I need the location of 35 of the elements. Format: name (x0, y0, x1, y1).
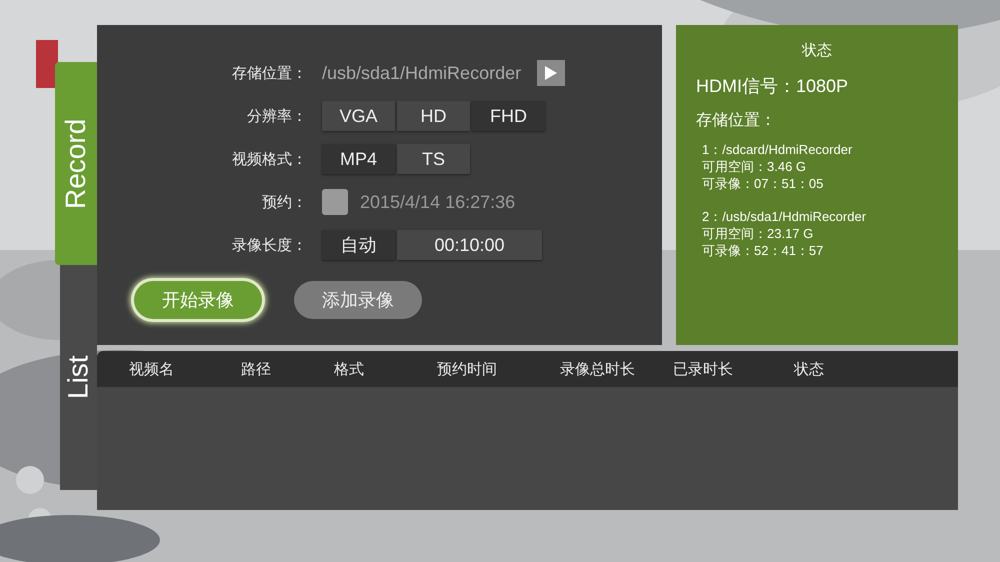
record-time: 可录像：07：51：05 (702, 175, 824, 192)
field-label: 视频格式： (231, 150, 308, 168)
hdmi-signal: HDMI信号：1080P (696, 75, 850, 98)
option-button[interactable]: MP4 (322, 144, 395, 174)
field-label: 预约： (261, 192, 308, 212)
option-button[interactable]: VGA (322, 101, 395, 131)
storage-path: 2：/usb/sda1/HdmiRecorder (702, 208, 868, 225)
record-button[interactable]: 添加录像 (294, 281, 422, 319)
record-time: 可录像：52：41：57 (702, 242, 824, 259)
field-label: 录像长度： (231, 236, 308, 254)
play-icon (544, 65, 558, 81)
field-label: 分辨率： (246, 106, 308, 126)
column-header: 格式 (334, 360, 365, 378)
free-space: 可用空间：3.46 G (702, 158, 808, 175)
option-button[interactable]: FHD (472, 101, 545, 131)
checkbox[interactable] (322, 189, 348, 215)
option-button[interactable]: TS (397, 144, 470, 174)
panel-title: 状态 (800, 41, 833, 60)
column-header: 视频名 (129, 360, 175, 378)
column-header: 状态 (794, 360, 825, 378)
schedule-time: 2015/4/14 16:27:36 (360, 192, 516, 212)
option-button[interactable]: 自动 (322, 230, 395, 260)
option-button[interactable]: 00:10:00 (397, 230, 542, 260)
storage-path: 1：/sdcard/HdmiRecorder (702, 141, 854, 158)
column-header: 预约时间 (437, 360, 498, 378)
column-header: 录像总时长 (560, 360, 636, 378)
option-button[interactable]: HD (397, 101, 470, 131)
field-label: 存储位置： (231, 64, 308, 82)
storage-path: /usb/sda1/HdmiRecorder (322, 62, 522, 84)
side-tab[interactable]: List (60, 265, 97, 490)
column-header: 已录时长 (673, 360, 734, 378)
play-button[interactable] (537, 60, 566, 86)
storage-heading: 存储位置： (696, 111, 777, 131)
free-space: 可用空间：23.17 G (702, 225, 814, 242)
column-header: 路径 (241, 360, 272, 378)
